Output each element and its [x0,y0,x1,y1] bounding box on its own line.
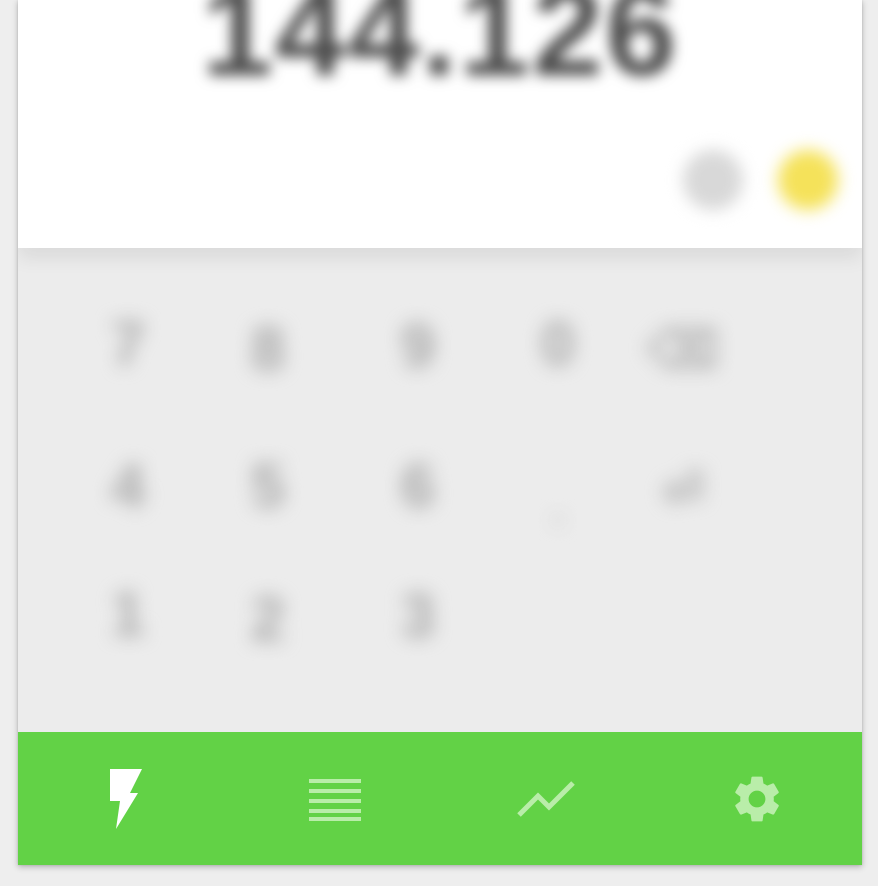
key-8[interactable]: 8 [223,305,313,395]
key-3[interactable]: 3 [373,572,463,662]
amount-display: 144.126 [18,0,862,248]
key-decimal[interactable]: . [513,460,603,550]
key-4[interactable]: 4 [83,442,173,532]
key-enter[interactable]: ⏎ [638,446,728,536]
lightning-icon [104,767,144,831]
secondary-button[interactable] [683,150,743,210]
keypad: 7 8 9 0 ⌫ 4 5 6 . ⏎ 1 2 3 [18,260,862,730]
key-9[interactable]: 9 [373,302,463,392]
key-6[interactable]: 6 [373,442,463,532]
nav-tab-chart[interactable] [440,732,651,865]
key-7[interactable]: 7 [83,300,173,390]
nav-tab-settings[interactable] [651,732,862,865]
display-value: 144.126 [201,0,679,103]
key-0[interactable]: 0 [513,300,603,390]
nav-tab-quick-entry[interactable] [18,732,229,865]
bottom-navigation [18,732,862,865]
key-1[interactable]: 1 [83,570,173,660]
nav-tab-list[interactable] [229,732,440,865]
gear-icon [729,771,785,827]
key-backspace[interactable]: ⌫ [638,305,728,395]
list-icon [307,777,363,821]
key-5[interactable]: 5 [223,442,313,532]
chart-icon [516,779,576,819]
key-2[interactable]: 2 [223,575,313,665]
app-window: 144.126 7 8 9 0 ⌫ 4 5 6 . ⏎ 1 2 3 [18,0,862,865]
accent-button[interactable] [778,150,838,210]
